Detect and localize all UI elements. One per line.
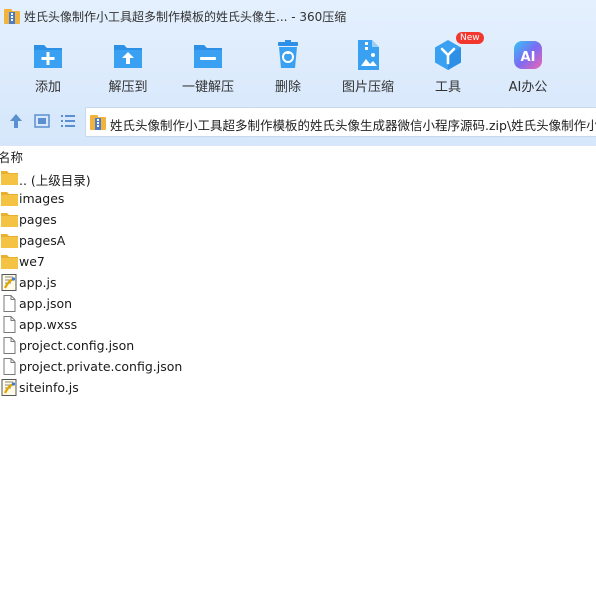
delete-icon [278, 40, 298, 68]
folder-icon [1, 211, 18, 228]
address-path: 姓氏头像制作小工具超多制作模板的姓氏头像生成器微信小程序源码.zip\姓氏头像制… [110, 118, 596, 133]
ai-office-label: AI办公 [508, 80, 548, 95]
archive-app-icon [4, 9, 20, 24]
file-row[interactable]: project.private.config.json [0, 356, 596, 377]
tools-label: 工具 [434, 80, 461, 95]
folder-icon [1, 253, 18, 270]
add-label: 添加 [34, 80, 61, 95]
image-compress-button[interactable]: 图片压缩 [328, 36, 408, 100]
file-name: images [19, 191, 65, 206]
folder-row[interactable]: .. (上级目录) [0, 167, 596, 188]
folder-icon [1, 190, 18, 207]
folder-icon [1, 169, 18, 186]
file-name: app.json [19, 296, 73, 311]
file-icon [1, 358, 18, 375]
window-chrome: 姓氏头像制作小工具超多制作模板的姓氏头像生... - 360压缩 添加 解压到 [0, 0, 596, 146]
svg-text:AI: AI [521, 50, 536, 65]
one-click-extract-icon [194, 45, 222, 68]
extract-to-icon [114, 45, 142, 68]
window-title: 姓氏头像制作小工具超多制作模板的姓氏头像生... - 360压缩 [24, 10, 347, 24]
script-file-icon [1, 379, 18, 396]
file-name: siteinfo.js [19, 380, 79, 395]
file-row[interactable]: project.config.json [0, 335, 596, 356]
file-name: project.private.config.json [19, 359, 183, 374]
folder-icon [1, 232, 18, 249]
thumbnail-view-icon[interactable] [33, 112, 51, 130]
extract-to-label: 解压到 [108, 80, 148, 95]
image-compress-label: 图片压缩 [341, 80, 394, 95]
column-header-name[interactable]: 名称 [0, 147, 23, 166]
new-badge: New [456, 32, 484, 44]
ai-office-button[interactable]: AI AI办公 [488, 36, 568, 100]
address-row: 姓氏头像制作小工具超多制作模板的姓氏头像生成器微信小程序源码.zip\姓氏头像制… [0, 104, 596, 142]
file-row[interactable]: siteinfo.js [0, 377, 596, 398]
folder-row[interactable]: pages [0, 209, 596, 230]
extract-to-button[interactable]: 解压到 [88, 36, 168, 100]
add-folder-icon [34, 45, 62, 68]
file-icon [1, 295, 18, 312]
image-compress-icon [358, 40, 379, 70]
folder-row[interactable]: images [0, 188, 596, 209]
folder-row[interactable]: pagesA [0, 230, 596, 251]
file-name: pages [19, 212, 57, 227]
delete-label: 删除 [274, 80, 301, 95]
file-name: pagesA [19, 233, 66, 248]
ai-office-icon: AI [514, 41, 542, 69]
file-row[interactable]: app.js [0, 272, 596, 293]
delete-button[interactable]: 删除 [248, 36, 328, 100]
file-icon [1, 316, 18, 333]
one-click-extract-label: 一键解压 [181, 80, 234, 95]
file-name: app.wxss [19, 317, 78, 332]
file-name: app.js [19, 275, 57, 290]
title-bar: 姓氏头像制作小工具超多制作模板的姓氏头像生... - 360压缩 [0, 0, 596, 32]
main-toolbar: 添加 解压到 一键解压 删除 图片压缩 New 工具 AI AI办公 [0, 32, 596, 100]
folder-row[interactable]: we7 [0, 251, 596, 272]
add-button[interactable]: 添加 [8, 36, 88, 100]
file-name: we7 [19, 254, 45, 269]
list-view-icon[interactable] [59, 112, 77, 130]
up-arrow-icon[interactable] [7, 112, 25, 130]
file-name: project.config.json [19, 338, 135, 353]
tools-button[interactable]: New 工具 [408, 32, 488, 100]
file-icon [1, 337, 18, 354]
file-row[interactable]: app.wxss [0, 314, 596, 335]
archive-path-icon [90, 115, 106, 130]
file-name: .. (上级目录) [19, 173, 91, 188]
script-file-icon [1, 274, 18, 291]
file-row[interactable]: app.json [0, 293, 596, 314]
one-click-extract-button[interactable]: 一键解压 [168, 36, 248, 100]
address-bar[interactable]: 姓氏头像制作小工具超多制作模板的姓氏头像生成器微信小程序源码.zip\姓氏头像制… [85, 107, 596, 137]
